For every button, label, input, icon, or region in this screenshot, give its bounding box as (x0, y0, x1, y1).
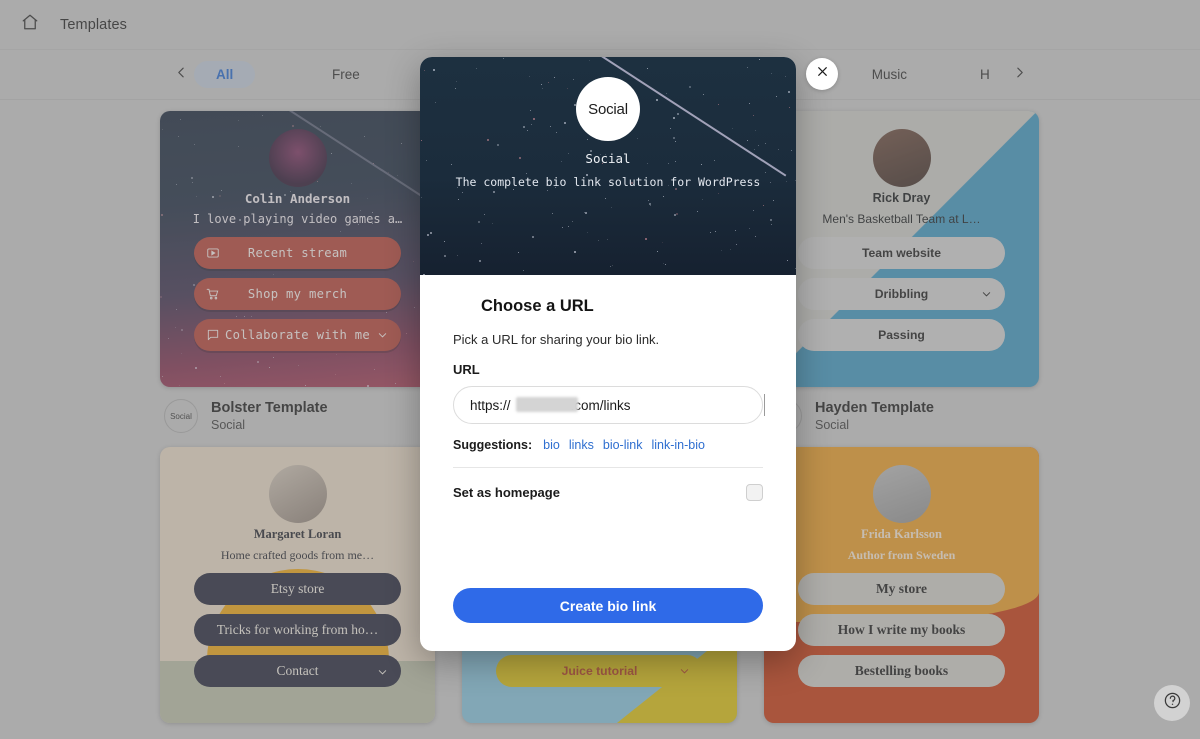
choose-url-modal: Social Social The complete bio link solu… (420, 57, 796, 651)
back-button[interactable] (453, 300, 467, 314)
close-icon (816, 65, 829, 83)
modal-hero-tagline: The complete bio link solution for WordP… (420, 175, 796, 189)
set-as-homepage-label: Set as homepage (453, 485, 560, 500)
set-as-homepage-row: Set as homepage (453, 468, 763, 501)
url-field-wrapper (453, 386, 763, 424)
modal-description: Pick a URL for sharing your bio link. (453, 332, 763, 347)
suggestion-bio-link[interactable]: bio-link (603, 438, 643, 452)
suggestions-label: Suggestions: (453, 438, 532, 452)
modal-body: Choose a URL Pick a URL for sharing your… (420, 275, 796, 501)
modal-header: Choose a URL (453, 297, 763, 316)
suggestion-links[interactable]: links (569, 438, 594, 452)
modal-hero: Social Social The complete bio link solu… (420, 57, 796, 275)
suggestions-row: Suggestions: bio links bio-link link-in-… (453, 438, 763, 452)
modal-title: Choose a URL (481, 297, 594, 316)
close-button[interactable] (806, 58, 838, 90)
url-input[interactable] (453, 386, 763, 424)
create-bio-link-button[interactable]: Create bio link (453, 588, 763, 623)
help-button[interactable] (1154, 685, 1190, 721)
url-field-label: URL (453, 362, 763, 377)
modal-hero-name: Social (420, 151, 796, 166)
suggestion-bio[interactable]: bio (543, 438, 560, 452)
question-mark-icon (1163, 691, 1182, 715)
app-root: Templates All Free Fashion Sports Music … (0, 0, 1200, 739)
suggestion-link-in-bio[interactable]: link-in-bio (651, 438, 705, 452)
social-logo: Social (576, 77, 640, 141)
text-caret (764, 394, 765, 416)
set-as-homepage-checkbox[interactable] (746, 484, 763, 501)
